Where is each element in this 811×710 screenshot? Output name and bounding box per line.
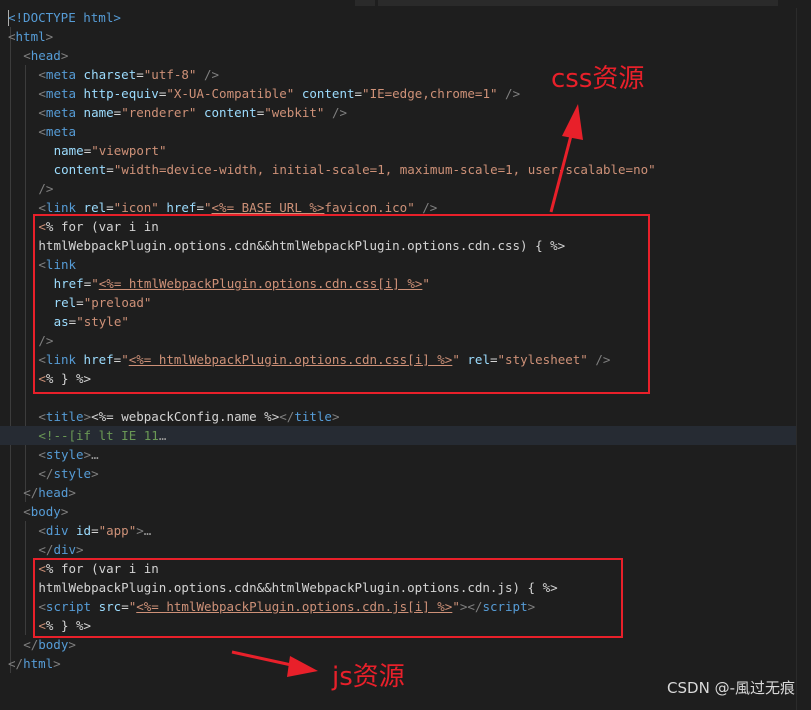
annotation-arrows [231, 104, 583, 677]
csdn-watermark: CSDN @-風过无痕 [667, 679, 795, 697]
css-arrow-icon [549, 104, 583, 213]
js-resource-label: js资源 [332, 662, 405, 692]
css-resource-label: css资源 [551, 64, 645, 94]
js-arrow-icon [231, 650, 318, 677]
